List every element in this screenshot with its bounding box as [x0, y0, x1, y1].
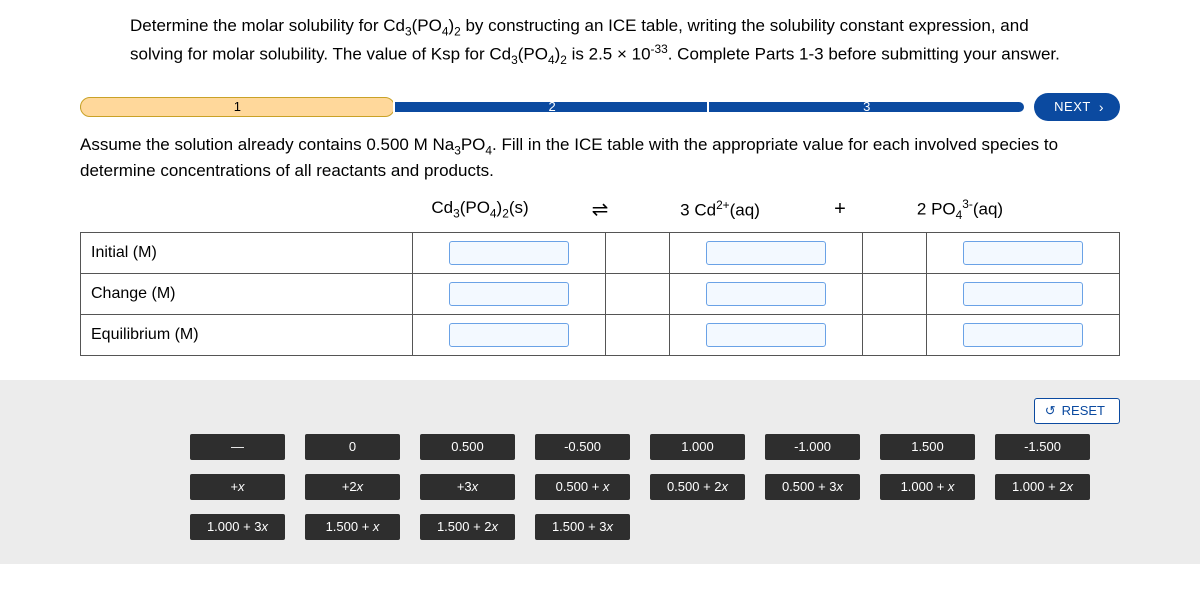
drop-initial-cd[interactable] [706, 241, 826, 265]
tile-1[interactable]: 1.000 [650, 434, 745, 460]
drop-change-cd[interactable] [706, 282, 826, 306]
tile-n0p5[interactable]: -0.500 [535, 434, 630, 460]
step-instruction: Assume the solution already contains 0.5… [0, 133, 1200, 197]
equilibrium-symbol: ⇌ [570, 197, 630, 222]
step-1[interactable]: 1 [80, 102, 395, 112]
tile-dash[interactable]: — [190, 434, 285, 460]
drop-equil-lhs[interactable] [449, 323, 569, 347]
drop-initial-po4[interactable] [963, 241, 1083, 265]
answer-tile-tray: ↺ RESET — 0 0.500 -0.500 1.000 -1.000 1.… [0, 380, 1200, 564]
drop-change-lhs[interactable] [449, 282, 569, 306]
reset-button[interactable]: ↺ RESET [1034, 398, 1120, 424]
tile-1p5p3x[interactable]: 1.500 + 3x [535, 514, 630, 540]
undo-icon: ↺ [1045, 403, 1056, 419]
species-lhs: Cd3(PO4)2(s) [390, 198, 570, 220]
step-1-label: 1 [234, 99, 241, 114]
species-cd2plus: 3 Cd2+(aq) [630, 198, 810, 221]
row-initial-label: Initial (M) [81, 232, 413, 273]
drop-equil-po4[interactable] [963, 323, 1083, 347]
next-label: NEXT [1054, 99, 1091, 114]
tile-n1p5[interactable]: -1.500 [995, 434, 1090, 460]
step-3[interactable]: 3 [709, 102, 1024, 112]
next-button[interactable]: NEXT › [1034, 93, 1120, 121]
step-2[interactable]: 2 [395, 102, 710, 112]
step-bar: 1 2 3 NEXT › [0, 93, 1200, 121]
species-po4: 2 PO43-(aq) [870, 197, 1050, 222]
drop-equil-cd[interactable] [706, 323, 826, 347]
tile-0[interactable]: 0 [305, 434, 400, 460]
tile-p3x[interactable]: +3x [420, 474, 515, 500]
tile-p2x[interactable]: +2x [305, 474, 400, 500]
tile-1p2x[interactable]: 1.000 + 2x [995, 474, 1090, 500]
drop-initial-lhs[interactable] [449, 241, 569, 265]
step-track: 1 2 3 [80, 102, 1024, 112]
chevron-right-icon: › [1099, 99, 1104, 115]
tile-1p5px[interactable]: 1.500 + x [305, 514, 400, 540]
tile-1p5p2x[interactable]: 1.500 + 2x [420, 514, 515, 540]
tile-px[interactable]: +x [190, 474, 285, 500]
tile-n1[interactable]: -1.000 [765, 434, 860, 460]
ice-table: Initial (M) Change (M) Equilibrium (M) [80, 232, 1120, 356]
tile-0p5[interactable]: 0.500 [420, 434, 515, 460]
tile-1p5[interactable]: 1.500 [880, 434, 975, 460]
row-equil-label: Equilibrium (M) [81, 314, 413, 355]
drop-change-po4[interactable] [963, 282, 1083, 306]
tile-0p5p2x[interactable]: 0.500 + 2x [650, 474, 745, 500]
step-2-label: 2 [548, 99, 555, 114]
tile-1px[interactable]: 1.000 + x [880, 474, 975, 500]
reset-label: RESET [1062, 403, 1105, 418]
tile-1p3x[interactable]: 1.000 + 3x [190, 514, 285, 540]
plus-symbol: + [810, 198, 870, 221]
step-3-label: 3 [863, 99, 870, 114]
equation-header: Cd3(PO4)2(s) ⇌ 3 Cd2+(aq) + 2 PO43-(aq) [390, 197, 1120, 222]
tile-0p5px[interactable]: 0.500 + x [535, 474, 630, 500]
problem-prompt: Determine the molar solubility for Cd3(P… [0, 0, 1200, 87]
row-change-label: Change (M) [81, 273, 413, 314]
tile-0p5p3x[interactable]: 0.500 + 3x [765, 474, 860, 500]
